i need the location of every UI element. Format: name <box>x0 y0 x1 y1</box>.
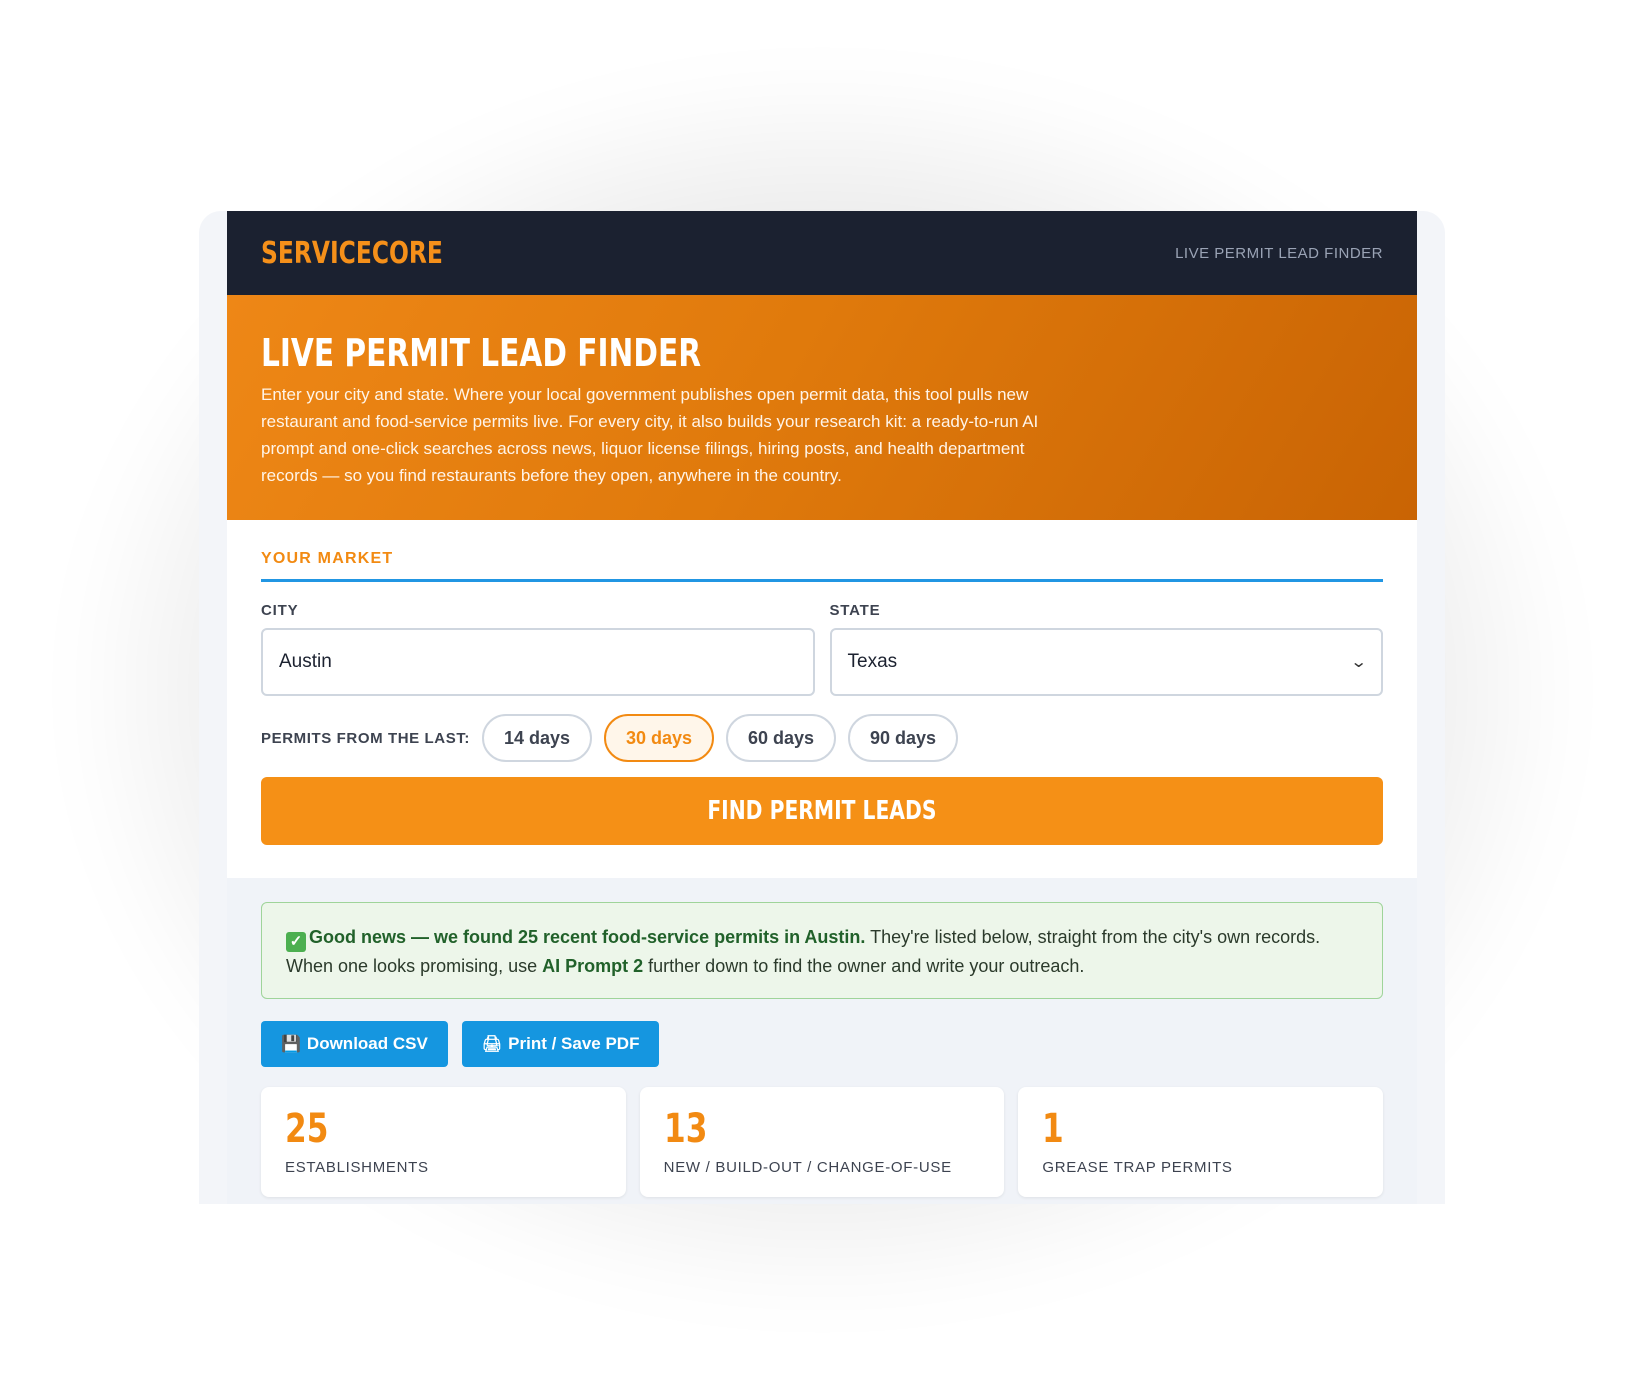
state-select-value: Texas <box>847 651 898 672</box>
chevron-down-icon: ⌄ <box>1349 654 1368 671</box>
results-section: ✓ Good news — we found 25 recent food-ser… <box>227 878 1417 1197</box>
stat-card-new-buildout: 13 NEW / BUILD-OUT / CHANGE-OF-USE <box>639 1087 1005 1197</box>
city-input[interactable]: Austin <box>261 628 815 696</box>
city-field: CITY Austin <box>261 602 815 696</box>
success-notice: ✓ Good news — we found 25 recent food-ser… <box>261 902 1383 999</box>
find-button-label: FIND PERMIT LEADS <box>707 796 937 826</box>
stat-label: GREASE TRAP PERMITS <box>1042 1159 1233 1176</box>
hero-description: Enter your city and state. Where your lo… <box>261 385 1039 485</box>
city-label: CITY <box>261 602 299 619</box>
page-title: LIVE PERMIT LEAD FINDER <box>261 331 702 375</box>
download-csv-label: Download CSV <box>306 1034 428 1053</box>
stat-label: NEW / BUILD-OUT / CHANGE-OF-USE <box>663 1159 952 1176</box>
print-pdf-button[interactable]: 🖨 Print / Save PDF <box>461 1021 660 1067</box>
stats-row: 25 ESTABLISHMENTS 13 NEW / BUILD-OUT / C… <box>261 1087 1384 1197</box>
range-pill-30[interactable]: 30 days <box>604 714 715 762</box>
permit-range-row: PERMITS FROM THE LAST: 14 days 30 days 6… <box>261 714 1383 762</box>
notice-text-2: further down to find the owner and write… <box>643 956 1085 976</box>
top-bar-title: LIVE PERMIT LEAD FINDER <box>1175 244 1383 262</box>
stat-value: 1 <box>1042 1106 1065 1152</box>
location-fields: CITY Austin STATE Texas ⌄ <box>261 602 1383 696</box>
state-label: STATE <box>829 602 881 619</box>
print-pdf-label: Print / Save PDF <box>508 1034 640 1053</box>
stat-card-establishments: 25 ESTABLISHMENTS <box>261 1087 626 1197</box>
market-form: YOUR MARKET CITY Austin STATE Texas ⌄ PE… <box>227 520 1417 878</box>
state-field: STATE Texas ⌄ <box>829 602 1383 696</box>
range-label: PERMITS FROM THE LAST: <box>261 729 471 747</box>
range-pill-90[interactable]: 90 days <box>848 714 959 762</box>
printer-icon: 🖨 <box>481 1036 503 1053</box>
ai-prompt-2-link[interactable]: AI Prompt 2 <box>542 956 643 976</box>
stat-value: 25 <box>285 1106 329 1152</box>
state-select[interactable]: Texas ⌄ <box>829 628 1383 696</box>
stat-value: 13 <box>663 1106 708 1152</box>
range-pill-14[interactable]: 14 days <box>482 714 593 762</box>
hero-banner: LIVE PERMIT LEAD FINDER Enter your city … <box>227 295 1417 520</box>
download-csv-button[interactable]: 💾 Download CSV <box>261 1021 448 1067</box>
top-bar: SERVICECORE LIVE PERMIT LEAD FINDER <box>227 211 1417 295</box>
section-title-market: YOUR MARKET <box>261 550 1383 582</box>
export-actions: 💾 Download CSV 🖨 Print / Save PDF <box>261 1021 1383 1067</box>
stat-card-grease-trap: 1 GREASE TRAP PERMITS <box>1018 1087 1384 1197</box>
find-permit-leads-button[interactable]: FIND PERMIT LEADS <box>261 777 1383 845</box>
brand-logo[interactable]: SERVICECORE <box>261 236 443 271</box>
floppy-disk-icon: 💾 <box>281 1036 301 1053</box>
app-window: SERVICECORE LIVE PERMIT LEAD FINDER LIVE… <box>227 211 1417 1204</box>
range-pill-60[interactable]: 60 days <box>726 714 837 762</box>
check-box-icon: ✓ <box>286 932 306 952</box>
stat-label: ESTABLISHMENTS <box>285 1159 429 1176</box>
city-input-value: Austin <box>279 651 332 672</box>
notice-headline: Good news — we found 25 recent food-serv… <box>309 927 866 947</box>
